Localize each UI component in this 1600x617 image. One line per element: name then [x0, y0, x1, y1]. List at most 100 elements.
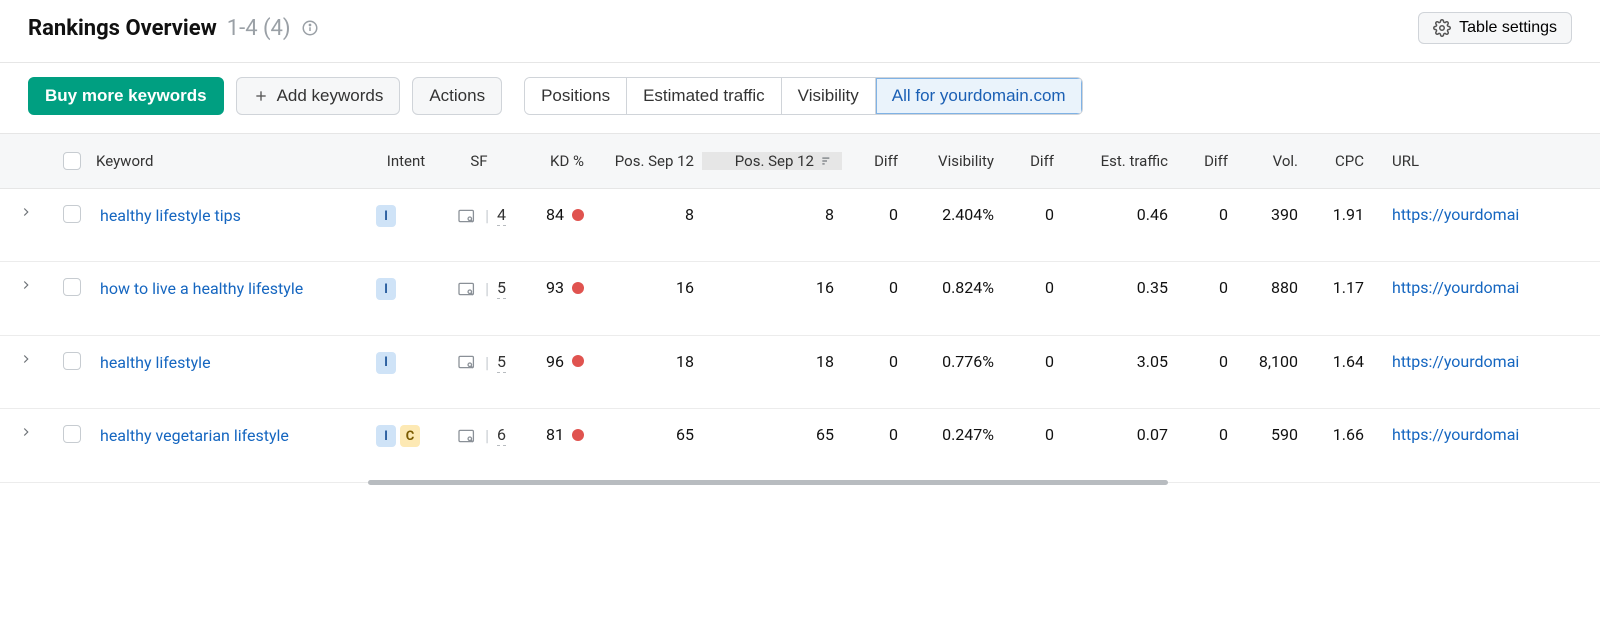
expand-row-icon[interactable] — [19, 278, 33, 292]
diff2-value: 0 — [1045, 425, 1054, 444]
serp-features-icon[interactable] — [457, 428, 477, 444]
diff3-value: 0 — [1219, 425, 1228, 444]
add-keywords-button[interactable]: Add keywords — [236, 77, 401, 115]
est-traffic-value: 3.05 — [1137, 352, 1168, 371]
tab-positions-label: Positions — [541, 86, 610, 105]
pos1-value: 16 — [676, 278, 694, 297]
table-row: healthy vegetarian lifestyle IC |6 81 65… — [0, 409, 1600, 482]
keyword-link[interactable]: healthy vegetarian lifestyle — [100, 425, 289, 447]
row-checkbox[interactable] — [63, 278, 81, 296]
sort-icon[interactable] — [820, 154, 834, 168]
url-link[interactable]: https://yourdomai — [1392, 205, 1519, 224]
diff1-value: 0 — [889, 425, 898, 444]
diff1-value: 0 — [889, 278, 898, 297]
tab-est-traffic-label: Estimated traffic — [643, 86, 765, 105]
tab-estimated-traffic[interactable]: Estimated traffic — [627, 78, 782, 114]
gear-icon — [1433, 19, 1451, 37]
keyword-link[interactable]: healthy lifestyle — [100, 352, 211, 374]
select-all-checkbox[interactable] — [63, 152, 81, 170]
est-traffic-value: 0.07 — [1137, 425, 1168, 444]
row-checkbox[interactable] — [63, 352, 81, 370]
keyword-link[interactable]: how to live a healthy lifestyle — [100, 278, 303, 300]
intent-badges: IC — [376, 425, 420, 447]
kd-difficulty-dot — [572, 429, 584, 441]
serp-features-icon[interactable] — [457, 354, 477, 370]
volume-value: 390 — [1271, 205, 1298, 224]
serp-features-icon[interactable] — [457, 281, 477, 297]
col-diff2[interactable]: Diff — [1030, 152, 1054, 170]
col-est-traffic[interactable]: Est. traffic — [1101, 152, 1168, 170]
cpc-value: 1.91 — [1333, 205, 1364, 224]
buy-more-label: Buy more keywords — [45, 86, 207, 106]
table-settings-button[interactable]: Table settings — [1418, 12, 1572, 44]
diff2-value: 0 — [1045, 352, 1054, 371]
col-visibility[interactable]: Visibility — [938, 152, 994, 170]
col-intent[interactable]: Intent — [387, 152, 425, 170]
expand-row-icon[interactable] — [19, 205, 33, 219]
pos1-value: 8 — [685, 205, 694, 224]
page-title: Rankings Overview — [28, 16, 217, 41]
sf-count[interactable]: 5 — [497, 352, 506, 373]
cpc-value: 1.64 — [1333, 352, 1364, 371]
diff3-value: 0 — [1219, 278, 1228, 297]
cpc-value: 1.17 — [1333, 278, 1364, 297]
volume-value: 590 — [1271, 425, 1298, 444]
page-range: 1-4 (4) — [227, 16, 291, 41]
sf-count[interactable]: 5 — [497, 278, 506, 299]
col-kd[interactable]: KD % — [550, 152, 584, 170]
kd-value: 84 — [546, 205, 564, 224]
col-pos1[interactable]: Pos. Sep 12 — [615, 152, 694, 170]
visibility-value: 0.824% — [942, 278, 994, 297]
col-vol[interactable]: Vol. — [1273, 152, 1298, 170]
intent-badge-c: C — [400, 425, 420, 447]
keyword-text: how to live a healthy lifestyle — [100, 278, 303, 300]
kd-value: 96 — [546, 352, 564, 371]
tab-all-for-domain[interactable]: All for yourdomain.com — [876, 78, 1082, 114]
volume-value: 880 — [1271, 278, 1298, 297]
intent-badges: I — [376, 205, 396, 227]
diff2-value: 0 — [1045, 278, 1054, 297]
info-icon[interactable] — [301, 19, 319, 37]
diff2-value: 0 — [1045, 205, 1054, 224]
view-tabs: Positions Estimated traffic Visibility A… — [524, 77, 1083, 115]
table-row: healthy lifestyle tips I |4 84 8 8 0 2.4… — [0, 189, 1600, 262]
kd-difficulty-dot — [572, 209, 584, 221]
row-checkbox[interactable] — [63, 425, 81, 443]
col-url[interactable]: URL — [1392, 152, 1419, 170]
expand-row-icon[interactable] — [19, 425, 33, 439]
diff3-value: 0 — [1219, 205, 1228, 224]
tab-visibility-label: Visibility — [798, 86, 859, 105]
pos2-value: 8 — [825, 205, 834, 224]
expand-row-icon[interactable] — [19, 352, 33, 366]
intent-badges: I — [376, 278, 396, 300]
tab-visibility[interactable]: Visibility — [782, 78, 876, 114]
serp-features-icon[interactable] — [457, 208, 477, 224]
visibility-value: 0.247% — [942, 425, 994, 444]
tab-positions[interactable]: Positions — [525, 78, 627, 114]
plus-icon — [253, 88, 269, 104]
kd-value: 93 — [546, 278, 564, 297]
add-keywords-label: Add keywords — [277, 86, 384, 106]
sf-count[interactable]: 6 — [497, 425, 506, 446]
diff3-value: 0 — [1219, 352, 1228, 371]
keyword-text: healthy lifestyle — [100, 352, 211, 374]
col-cpc[interactable]: CPC — [1335, 152, 1364, 170]
col-keyword[interactable]: Keyword — [96, 152, 153, 170]
url-link[interactable]: https://yourdomai — [1392, 352, 1519, 371]
diff1-value: 0 — [889, 205, 898, 224]
sf-count[interactable]: 4 — [497, 205, 506, 226]
pos2-value: 65 — [816, 425, 834, 444]
col-diff3[interactable]: Diff — [1204, 152, 1228, 170]
col-sf[interactable]: SF — [470, 152, 487, 170]
visibility-value: 2.404% — [942, 205, 994, 224]
row-checkbox[interactable] — [63, 205, 81, 223]
kd-difficulty-dot — [572, 355, 584, 367]
keyword-link[interactable]: healthy lifestyle tips — [100, 205, 241, 227]
url-link[interactable]: https://yourdomai — [1392, 278, 1519, 297]
buy-more-keywords-button[interactable]: Buy more keywords — [28, 77, 224, 115]
actions-button[interactable]: Actions — [412, 77, 502, 115]
horizontal-scroll-indicator[interactable] — [368, 480, 1168, 485]
col-diff1[interactable]: Diff — [874, 152, 898, 170]
col-pos2[interactable]: Pos. Sep 12 — [735, 152, 814, 170]
url-link[interactable]: https://yourdomai — [1392, 425, 1519, 444]
